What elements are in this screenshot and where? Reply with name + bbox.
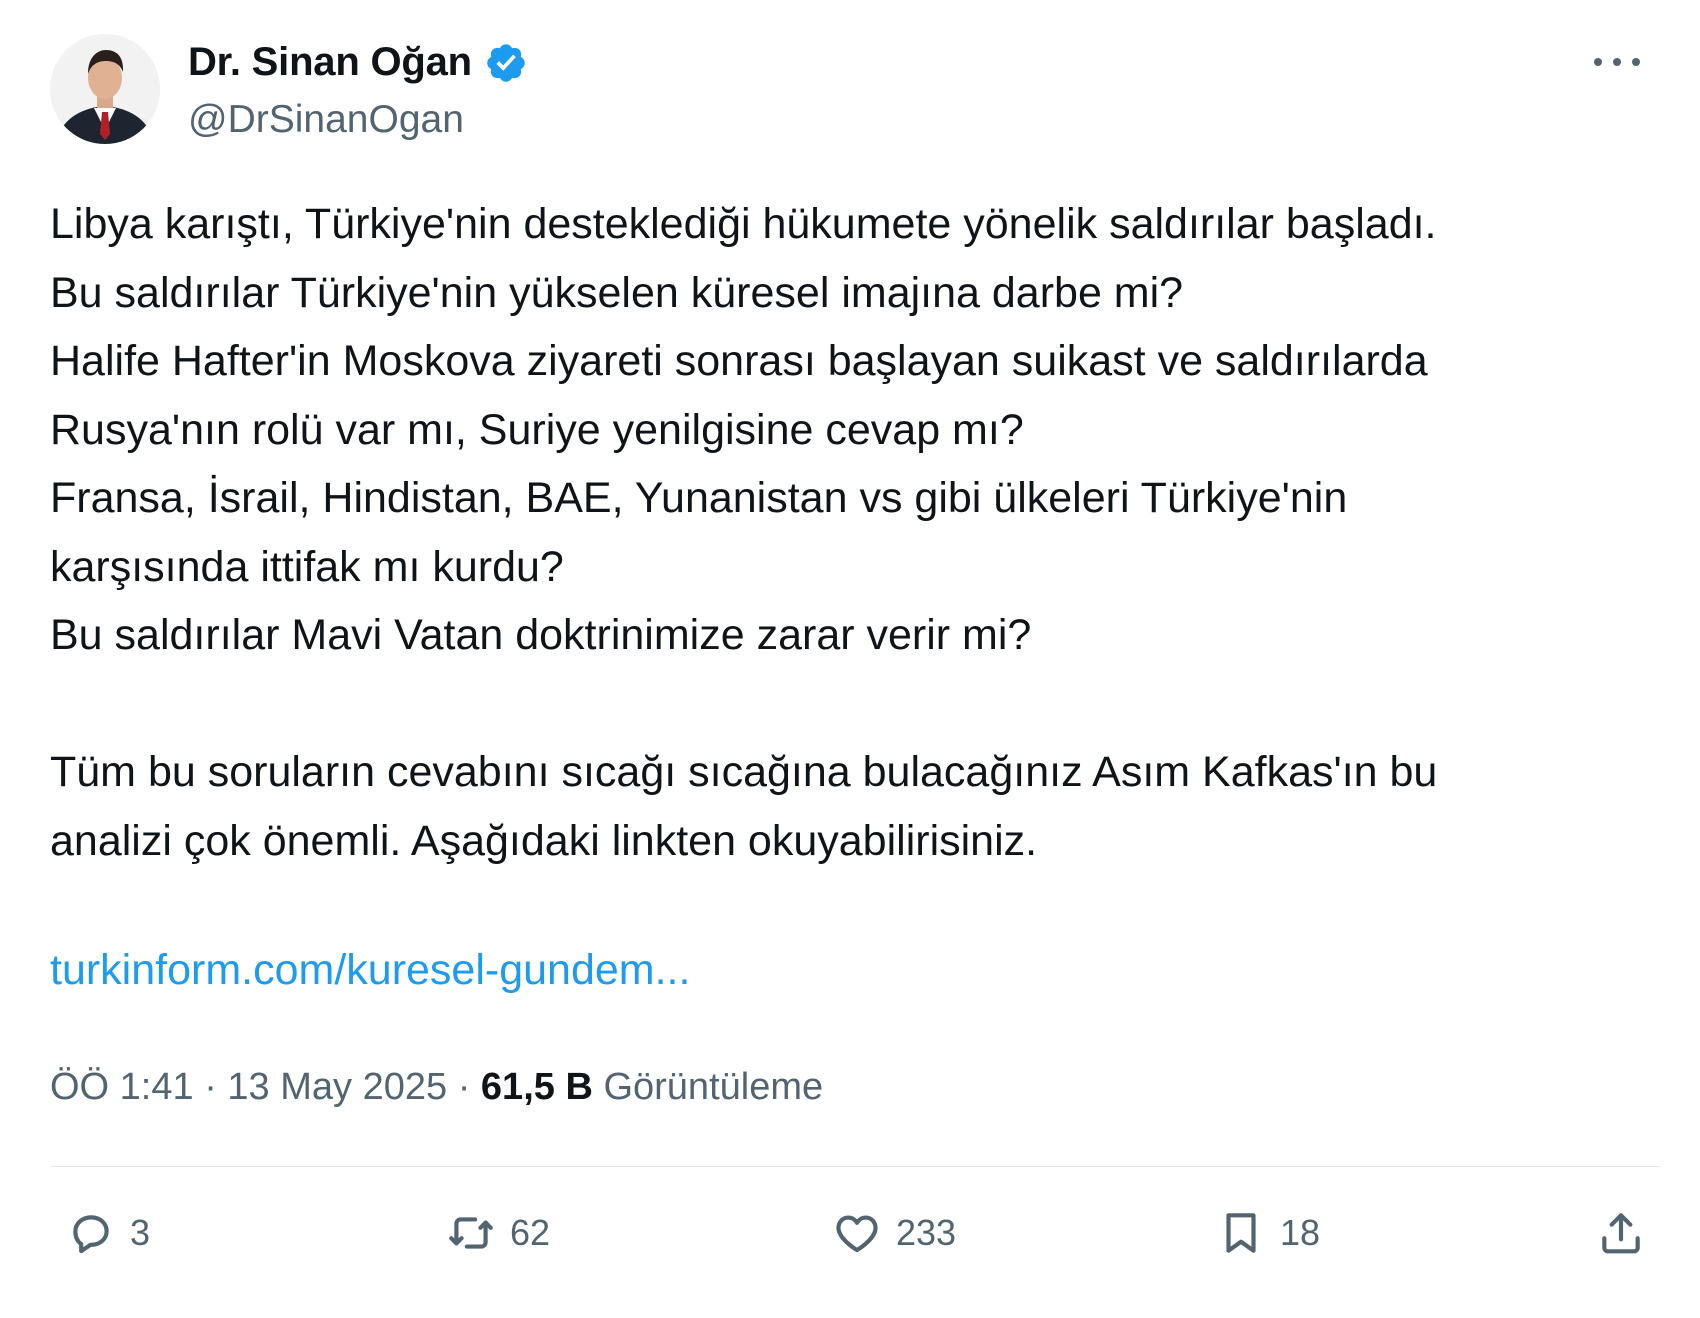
tweet-text-line: Libya karıştı, Türkiye'nin desteklediği … (50, 200, 1437, 248)
tweet-card: Dr. Sinan Oğan @DrSinanOgan Libya karışt… (0, 0, 1700, 1318)
tweet-text-line: Rusya'nın rolü var mı, Suriye yenilgisin… (50, 405, 1024, 454)
tweet-text-line: Bu saldırılar Mavi Vatan doktrinimize za… (50, 611, 1032, 659)
divider (50, 1166, 1660, 1167)
more-options-icon[interactable] (1594, 50, 1640, 74)
views-label: Görüntüleme (603, 1066, 824, 1108)
tweet-link[interactable]: turkinform.com/kuresel-gundem... (50, 946, 690, 995)
verified-badge-icon (484, 41, 528, 85)
like-count: 233 (896, 1212, 957, 1253)
like-button[interactable]: 233 (832, 1208, 956, 1258)
tweet-meta: ÖÖ 1:41 · 13 May 2025 · 61,5 B Görüntüle… (50, 1066, 823, 1109)
action-bar: 3 62 233 18 (0, 1208, 1700, 1278)
tweet-text-line: Bu saldırılar Türkiye'nin yükselen küres… (50, 268, 1184, 317)
tweet-text-line: analizi çok önemli. Aşağıdaki linkten ok… (50, 816, 1038, 865)
heart-icon (836, 1215, 878, 1253)
meta-separator: · (447, 1066, 481, 1108)
author-name-row: Dr. Sinan Oğan (188, 40, 528, 85)
more-dot (1594, 58, 1602, 66)
author-display-name[interactable]: Dr. Sinan Oğan (188, 40, 472, 85)
tweet-text-line: Halife Hafter'in Moskova ziyareti sonras… (50, 337, 1428, 385)
bookmark-button[interactable]: 18 (1216, 1208, 1320, 1258)
tweet-text-line: Tüm bu soruların cevabını sıcağı sıcağın… (50, 748, 1438, 796)
avatar-image (50, 34, 160, 144)
bookmark-count: 18 (1280, 1212, 1321, 1253)
reply-button[interactable]: 3 (66, 1208, 150, 1258)
meta-separator: · (193, 1066, 228, 1108)
tweet-text-line: karşısında ittifak mı kurdu? (50, 542, 564, 591)
reply-icon (73, 1215, 109, 1254)
tweet-text: Libya karıştı, Türkiye'nin desteklediği … (50, 190, 1670, 875)
views-count: 61,5 B (480, 1066, 593, 1108)
bookmark-icon (1226, 1213, 1256, 1253)
retweet-icon (449, 1217, 493, 1249)
share-button[interactable] (1596, 1208, 1646, 1258)
more-dot (1613, 58, 1621, 66)
retweet-button[interactable]: 62 (446, 1208, 550, 1258)
more-dot (1632, 58, 1640, 66)
reply-count: 3 (130, 1212, 151, 1253)
retweet-count: 62 (510, 1212, 551, 1253)
tweet-text-line: Fransa, İsrail, Hindistan, BAE, Yunanist… (50, 474, 1348, 522)
tweet-date[interactable]: 13 May 2025 (227, 1066, 447, 1108)
share-icon (1602, 1213, 1640, 1254)
avatar[interactable] (50, 34, 160, 144)
tweet-time[interactable]: ÖÖ 1:41 (50, 1066, 194, 1108)
author-handle[interactable]: @DrSinanOgan (188, 98, 464, 142)
